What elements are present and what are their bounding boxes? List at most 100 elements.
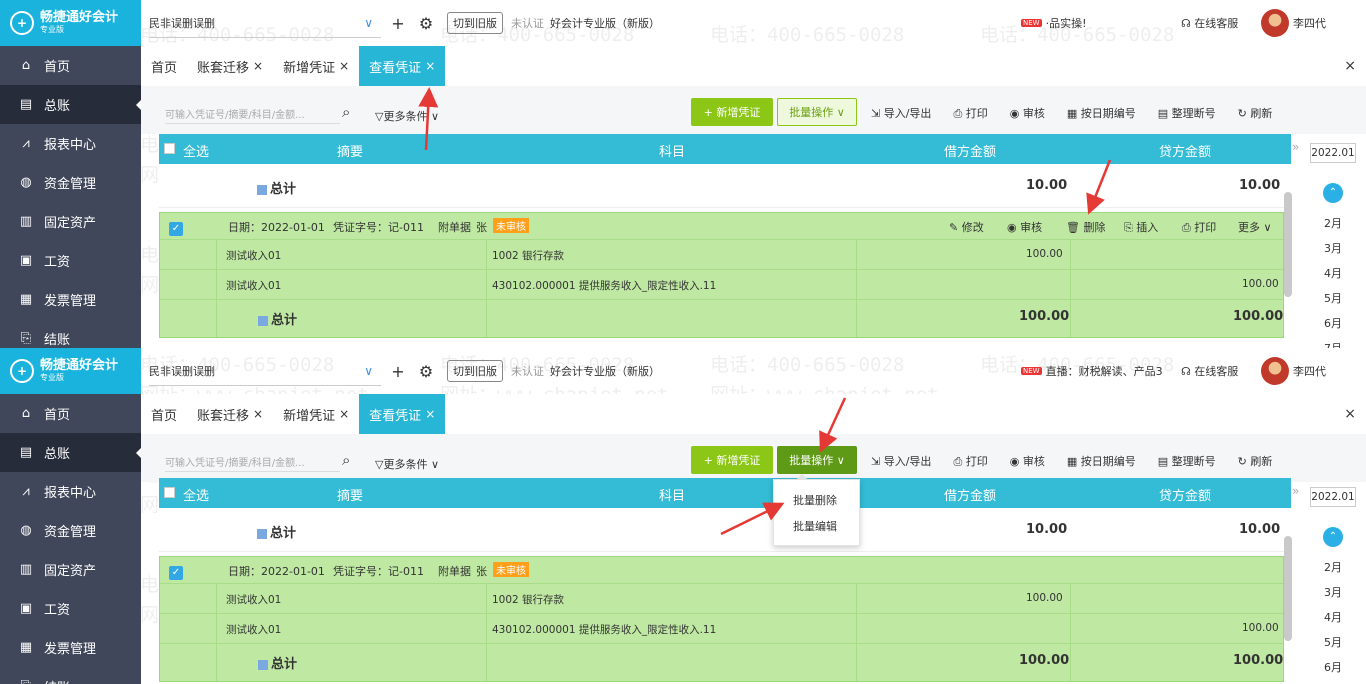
cert-status[interactable]: 未认证 — [511, 15, 544, 31]
close-icon[interactable]: × — [253, 407, 263, 421]
sidebar-item-invoice[interactable]: ▦ 发票管理 — [0, 280, 141, 319]
renumber-button[interactable]: ▤ 整理断号 — [1158, 105, 1216, 121]
close-icon[interactable]: × — [253, 59, 263, 73]
new-voucher-button[interactable]: + 新增凭证 — [691, 446, 773, 474]
month-item[interactable]: 5月 — [1308, 630, 1358, 655]
voucher-card[interactable]: ✓ 日期：2022-01-01 凭证字号：记-011 附单据 张 未审核 ✎ 修… — [159, 212, 1284, 338]
print-row-button[interactable]: ⎙ 打印 — [1182, 219, 1216, 235]
voucher-card[interactable]: ✓ 日期：2022-01-01 凭证字号：记-011 附单据 张 未审核 测试收… — [159, 556, 1284, 682]
tab-new-voucher[interactable]: 新增凭证 × — [273, 46, 359, 86]
year-selector[interactable]: 2022.01 — [1310, 487, 1356, 507]
sidebar-item-close[interactable]: ⎘结账 — [0, 667, 141, 684]
sidebar-item-assets[interactable]: ▥ 固定资产 — [0, 550, 141, 589]
close-icon[interactable]: × — [425, 407, 435, 421]
gear-icon[interactable]: ⚙ — [415, 362, 437, 381]
import-export-button[interactable]: ⇲ 导入/导出 — [871, 105, 931, 121]
sidebar-item-assets[interactable]: ▥ 固定资产 — [0, 202, 141, 241]
gear-icon[interactable]: ⚙ — [415, 14, 437, 33]
tab-home[interactable]: 首页 — [141, 46, 187, 86]
user-name[interactable]: 李四代 — [1293, 15, 1326, 31]
sidebar-item-ledger[interactable]: ▤ 总账 — [0, 433, 141, 472]
new-voucher-button[interactable]: + 新增凭证 — [691, 98, 773, 126]
search-input[interactable]: 可输入凭证号/摘要/科目/金额... — [165, 454, 340, 472]
online-service[interactable]: ☊ 在线客服 — [1181, 15, 1238, 31]
month-item[interactable]: 6月 — [1308, 655, 1358, 680]
batch-ops-button[interactable]: 批量操作 ∨ — [777, 446, 857, 474]
sidebar-item-home[interactable]: ⌂ 首页 — [0, 394, 141, 433]
sidebar-item-salary[interactable]: ▣ 工资 — [0, 589, 141, 628]
tab-migration[interactable]: 账套迁移 × — [187, 394, 273, 434]
search-icon[interactable]: ⌕ — [342, 451, 350, 469]
select-all-checkbox[interactable] — [164, 487, 175, 498]
online-service[interactable]: ☊ 在线客服 — [1181, 363, 1238, 379]
tab-view-voucher[interactable]: 查看凭证 × — [359, 394, 446, 434]
account-select[interactable]: 民非误删误删 ∨ — [149, 8, 381, 38]
up-arrow-icon[interactable]: ⌃ — [1323, 527, 1343, 547]
close-icon[interactable]: × — [425, 59, 435, 73]
insert-button[interactable]: ⎘ 插入 — [1124, 219, 1158, 235]
cert-status[interactable]: 未认证 — [511, 363, 544, 379]
batch-edit-item[interactable]: 批量编辑 — [793, 518, 859, 534]
print-button[interactable]: ⎙ 打印 — [953, 105, 987, 121]
plus-icon[interactable]: + — [387, 362, 409, 381]
month-item[interactable]: 4月 — [1308, 605, 1358, 630]
month-item[interactable]: 6月 — [1308, 311, 1358, 336]
double-chevron-icon[interactable]: » — [1292, 140, 1299, 154]
tab-home[interactable]: 首页 — [141, 394, 187, 434]
double-chevron-icon[interactable]: » — [1292, 484, 1299, 498]
tab-new-voucher[interactable]: 新增凭证 × — [273, 394, 359, 434]
close-icon[interactable]: × — [339, 407, 349, 421]
close-icon[interactable]: × — [339, 59, 349, 73]
switch-old-button[interactable]: 切到旧版 — [447, 12, 503, 34]
close-all-tabs-button[interactable]: × — [1344, 406, 1356, 422]
batch-ops-button[interactable]: 批量操作 ∨ — [777, 98, 857, 126]
month-item[interactable]: 4月 — [1308, 261, 1358, 286]
month-item[interactable]: 3月 — [1308, 236, 1358, 261]
refresh-button[interactable]: ↻ 刷新 — [1238, 453, 1273, 469]
year-selector[interactable]: 2022.01 — [1310, 143, 1356, 163]
avatar[interactable] — [1261, 9, 1289, 37]
plus-icon[interactable]: + — [387, 14, 409, 33]
refresh-button[interactable]: ↻ 刷新 — [1238, 105, 1273, 121]
news-ticker[interactable]: NEW 直播：财税解读、产品3 — [1021, 363, 1163, 379]
more-row-button[interactable]: 更多 ∨ — [1238, 219, 1272, 235]
more-filters-button[interactable]: ▽更多条件 ∨ — [375, 108, 439, 124]
up-arrow-icon[interactable]: ⌃ — [1323, 183, 1343, 203]
audit-button[interactable]: ◉ 审核 — [1010, 105, 1045, 121]
sidebar-item-salary[interactable]: ▣ 工资 — [0, 241, 141, 280]
search-input[interactable]: 可输入凭证号/摘要/科目/金额... — [165, 106, 340, 124]
sidebar-item-ledger[interactable]: ▤ 总账 — [0, 85, 141, 124]
select-all-checkbox[interactable] — [164, 143, 175, 154]
scrollbar[interactable] — [1284, 536, 1292, 641]
sidebar-item-funds[interactable]: ◍ 资金管理 — [0, 163, 141, 202]
news-ticker[interactable]: NEW ·品实操! — [1021, 15, 1087, 31]
scrollbar[interactable] — [1284, 192, 1292, 297]
delete-button[interactable]: 🗑 删除 — [1066, 219, 1105, 235]
month-item[interactable]: 2月 — [1308, 555, 1358, 580]
number-by-date-button[interactable]: ▦ 按日期编号 — [1067, 453, 1136, 469]
close-all-tabs-button[interactable]: × — [1344, 58, 1356, 74]
tab-migration[interactable]: 账套迁移 × — [187, 46, 273, 86]
sidebar-item-reports[interactable]: ⩘ 报表中心 — [0, 124, 141, 163]
import-export-button[interactable]: ⇲ 导入/导出 — [871, 453, 931, 469]
edit-button[interactable]: ✎ 修改 — [949, 219, 984, 235]
renumber-button[interactable]: ▤ 整理断号 — [1158, 453, 1216, 469]
avatar[interactable] — [1261, 357, 1289, 385]
month-item[interactable]: 5月 — [1308, 286, 1358, 311]
search-icon[interactable]: ⌕ — [342, 103, 350, 121]
account-select[interactable]: 民非误删误删 ∨ — [149, 356, 381, 386]
user-name[interactable]: 李四代 — [1293, 363, 1326, 379]
month-item[interactable]: 2月 — [1308, 211, 1358, 236]
audit-row-button[interactable]: ◉ 审核 — [1007, 219, 1042, 235]
month-item[interactable]: 7月 — [1308, 336, 1358, 348]
number-by-date-button[interactable]: ▦ 按日期编号 — [1067, 105, 1136, 121]
batch-delete-item[interactable]: 批量删除 — [793, 492, 859, 508]
sidebar-item-home[interactable]: ⌂ 首页 — [0, 46, 141, 85]
audit-button[interactable]: ◉ 审核 — [1010, 453, 1045, 469]
sidebar-item-close[interactable]: ⎘结账 — [0, 319, 141, 348]
more-filters-button[interactable]: ▽更多条件 ∨ — [375, 456, 439, 472]
app-logo[interactable]: + 畅捷通好会计 专业版 — [0, 0, 141, 46]
sidebar-item-funds[interactable]: ◍ 资金管理 — [0, 511, 141, 550]
month-item[interactable]: 3月 — [1308, 580, 1358, 605]
switch-old-button[interactable]: 切到旧版 — [447, 360, 503, 382]
